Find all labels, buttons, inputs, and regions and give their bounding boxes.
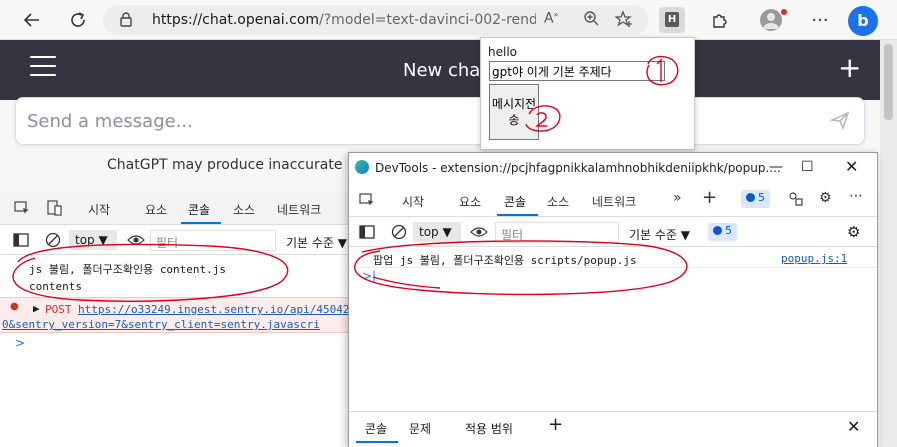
console-error-row: ● ▶ POST https://o33249.ingest.sentry.io… — [0, 297, 350, 333]
console-divider — [349, 267, 877, 268]
clear-console-icon[interactable] — [391, 224, 407, 243]
popup-label: hello — [488, 45, 517, 59]
drawer-add-tab-icon[interactable]: + — [548, 414, 563, 435]
error-url-link[interactable]: https://o33249.ingest.sentry.io/api/4504… — [78, 303, 350, 316]
read-aloud-icon[interactable]: A» — [544, 10, 558, 27]
live-expression-eye-icon[interactable] — [127, 233, 145, 250]
console-filter-input[interactable]: 필터 — [495, 222, 619, 243]
console-settings-gear-icon[interactable]: ⚙ — [847, 223, 860, 241]
devtools-panel: 시작 요소 콘솔 소스 네트워크 top ▼ 필터 기본 수준 ▼ js 불림,… — [0, 191, 350, 447]
extension-h-button[interactable]: H — [659, 7, 685, 33]
console-log-line: 팝업 js 불림, 폴더구조확인용 scripts/popup.js — [373, 254, 637, 267]
more-options-icon[interactable]: ⋯ — [849, 188, 863, 204]
console-filter-input[interactable]: 필터 — [150, 230, 276, 251]
console-filter-bar: top ▼ 필터 기본 수준 ▼ 5 ⚙ — [349, 217, 877, 247]
browser-toolbar: https://chat.openai.com/?model=text-davi… — [0, 0, 897, 40]
window-titlebar: DevTools - extension://pcjhfagpnikkalamh… — [349, 153, 877, 183]
context-select[interactable]: top ▼ — [413, 222, 461, 242]
tab-network[interactable]: 네트워크 — [592, 193, 636, 210]
disclaimer-text: ChatGPT may produce inaccurate in — [107, 157, 360, 173]
back-arrow-icon[interactable] — [20, 8, 44, 32]
sidebar-toggle-icon[interactable] — [359, 225, 375, 242]
edge-logo-icon — [355, 160, 369, 174]
console-prompt[interactable]: >| — [362, 269, 376, 283]
url-text: https://chat.openai.com/?model=text-davi… — [152, 12, 536, 28]
tab-welcome[interactable]: 시작 — [88, 201, 110, 218]
inspect-icon[interactable] — [359, 192, 375, 211]
devtools-tabbar: 시작 요소 콘솔 소스 네트워크 » + 5 ⚙ ⋯ — [349, 183, 877, 217]
log-level-select[interactable]: 기본 수준 ▼ — [629, 226, 690, 243]
active-drawer-indicator — [356, 441, 398, 443]
console-log-line: contents — [29, 280, 82, 293]
message-placeholder: Send a message... — [27, 111, 193, 132]
more-tabs-icon[interactable]: » — [673, 190, 682, 206]
popup-text-input[interactable] — [489, 61, 665, 81]
console-prompt[interactable]: > — [15, 336, 25, 350]
settings-gear-icon[interactable]: ⚙ — [819, 190, 832, 206]
extension-popup: hello 메시지전송 — [480, 37, 695, 150]
drawer-close-icon[interactable]: ✕ — [847, 417, 860, 436]
devtools-tabbar: 시작 요소 콘솔 소스 네트워크 — [0, 191, 348, 225]
message-input[interactable]: Send a message... — [15, 97, 865, 145]
sidebar-toggle-icon[interactable] — [13, 233, 29, 250]
more-menu-icon[interactable]: ··· — [808, 8, 832, 32]
expand-arrow-icon[interactable]: ▶ — [33, 302, 40, 315]
bing-chat-button[interactable]: b — [848, 6, 878, 36]
add-tab-icon[interactable]: + — [702, 187, 717, 208]
drawer-tab-console[interactable]: 콘솔 — [365, 420, 387, 437]
reload-icon[interactable] — [66, 8, 90, 32]
favorite-star-icon[interactable] — [614, 10, 633, 32]
tab-sources[interactable]: 소스 — [547, 193, 569, 210]
log-level-select[interactable]: 기본 수준 ▼ — [286, 234, 347, 251]
send-message-button[interactable]: 메시지전송 — [489, 84, 539, 140]
profile-avatar[interactable] — [760, 9, 782, 31]
page-title: New chat — [403, 60, 488, 81]
lock-icon[interactable] — [119, 11, 133, 31]
notification-dot — [781, 9, 787, 15]
context-select[interactable]: top ▼ — [69, 230, 117, 250]
tab-console[interactable]: 콘솔 — [188, 201, 210, 218]
send-icon[interactable] — [829, 110, 850, 135]
drawer-tabbar: 콘솔 문제 적용 범위 + ✕ — [349, 411, 877, 447]
tab-sources[interactable]: 소스 — [233, 201, 255, 218]
tab-elements[interactable]: 요소 — [459, 193, 481, 210]
menu-hamburger-icon[interactable] — [30, 56, 56, 76]
devtools-popup-window: DevTools - extension://pcjhfagpnikkalamh… — [348, 152, 878, 447]
error-icon: ● — [10, 301, 19, 312]
drawer-tab-coverage[interactable]: 적용 범위 — [465, 420, 513, 437]
device-toggle-icon[interactable] — [47, 200, 63, 219]
issues-badge[interactable]: 5 — [741, 190, 770, 208]
active-tab-indicator — [497, 214, 538, 216]
minimize-icon[interactable]: — — [769, 159, 783, 175]
clear-console-icon[interactable] — [45, 232, 61, 251]
scrollbar-thumb[interactable] — [884, 44, 893, 120]
active-tab-indicator — [181, 222, 221, 224]
error-url-link[interactable]: 0&sentry_version=7&sentry_client=sentry.… — [2, 318, 320, 331]
extensions-puzzle-icon[interactable] — [708, 8, 732, 32]
inspect-icon[interactable] — [14, 200, 30, 219]
issues-badge[interactable]: 5 — [708, 223, 737, 241]
window-title: DevTools - extension://pcjhfagpnikkalamh… — [375, 161, 781, 175]
connected-icon[interactable] — [788, 191, 804, 210]
console-filter-bar: top ▼ 필터 기본 수준 ▼ — [0, 225, 348, 255]
new-chat-plus-icon[interactable]: + — [838, 54, 861, 82]
log-source-link[interactable]: popup.js:1 — [781, 252, 847, 265]
maximize-icon[interactable]: ☐ — [801, 159, 814, 175]
tab-elements[interactable]: 요소 — [145, 201, 167, 218]
error-method: POST — [45, 303, 72, 316]
tab-welcome[interactable]: 시작 — [402, 193, 424, 210]
tab-console[interactable]: 콘솔 — [504, 193, 526, 210]
tab-network[interactable]: 네트워크 — [277, 201, 321, 218]
console-log-line: js 불림, 폴더구조확인용 content.js — [29, 263, 227, 276]
live-expression-eye-icon[interactable] — [470, 225, 488, 242]
address-bar[interactable]: https://chat.openai.com/?model=text-davi… — [103, 5, 648, 35]
drawer-tab-issues[interactable]: 문제 — [409, 420, 431, 437]
close-icon[interactable]: ✕ — [845, 157, 858, 176]
zoom-icon[interactable] — [583, 10, 599, 30]
